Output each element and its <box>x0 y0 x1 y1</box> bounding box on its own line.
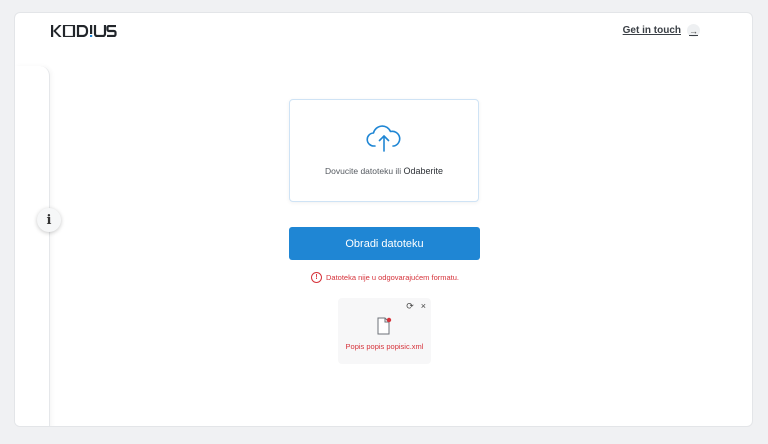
cloud-upload-icon <box>366 125 401 152</box>
close-icon[interactable]: × <box>421 301 426 312</box>
file-actions: ⟳ × <box>406 301 426 312</box>
error-icon: ! <box>311 272 322 283</box>
side-panel <box>15 66 50 426</box>
file-name: Popis popis popisic.xml <box>345 342 424 351</box>
error-message: ! Datoteka nije u odgovarajućem formatu. <box>305 272 465 283</box>
arrow-right-icon: → <box>687 24 700 37</box>
file-card: ⟳ × Popis popis popisic.xml <box>338 298 431 364</box>
kodius-logo[interactable] <box>51 24 117 38</box>
file-dropzone[interactable]: Dovucite datoteku ili Odaberite <box>289 99 479 202</box>
get-in-touch-link[interactable]: Get in touch → <box>623 24 700 37</box>
document-error-icon <box>377 317 392 335</box>
get-in-touch-label: Get in touch <box>622 25 681 36</box>
process-file-button[interactable]: Obradi datoteku <box>289 227 480 260</box>
kodius-logo-mark <box>51 25 117 37</box>
choose-file-link[interactable]: Odaberite <box>403 166 443 176</box>
app-frame: Get in touch → i Dovucite datoteku ili O… <box>14 12 753 427</box>
dropzone-prompt-text: Dovucite datoteku ili <box>325 166 404 176</box>
info-button[interactable]: i <box>37 208 61 232</box>
refresh-icon[interactable]: ⟳ <box>406 301 414 312</box>
dropzone-prompt: Dovucite datoteku ili Odaberite <box>325 166 443 176</box>
error-text: Datoteka nije u odgovarajućem formatu. <box>326 273 459 282</box>
